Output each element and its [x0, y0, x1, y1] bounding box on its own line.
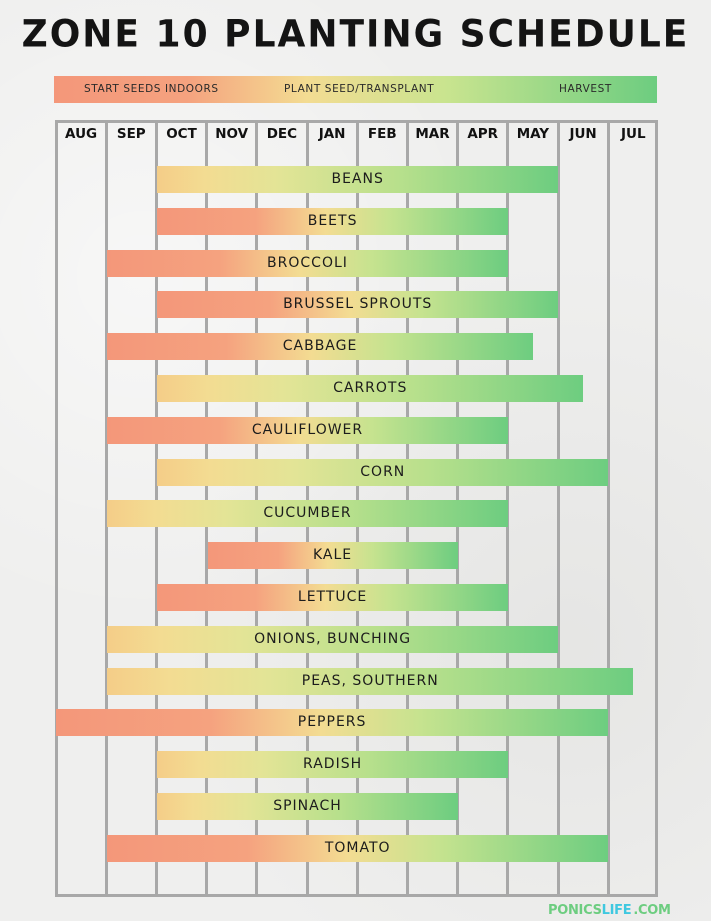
legend-plant-seed-transplant: PLANT SEED/TRANSPLANT	[284, 83, 435, 95]
month-header-oct: OCT	[166, 126, 197, 142]
month-header-jan: JAN	[318, 126, 346, 142]
bar-tomato: TOMATO	[107, 834, 609, 862]
bar-cucumber: CUCUMBER	[107, 500, 508, 528]
bar-cabbage: CABBAGE	[107, 333, 533, 361]
bar-beans: BEANS	[157, 166, 558, 193]
bar-radish: RADISH	[157, 751, 508, 779]
chart-title: ZONE 10 PLANTING SCHEDULE	[21, 12, 690, 57]
month-header-may: MAY	[516, 126, 550, 142]
month-header-mar: MAR	[415, 126, 450, 142]
bar-peppers: PEPPERS	[56, 709, 609, 737]
month-header-dec: DEC	[266, 126, 298, 142]
month-header-nov: NOV	[215, 126, 249, 142]
logo-life: LIFE	[601, 903, 632, 918]
bar-corn: CORN	[157, 458, 609, 486]
month-header-sep: SEP	[116, 126, 146, 142]
grid-line	[556, 120, 560, 897]
bar-spinach: SPINACH	[157, 793, 458, 820]
bar-peas-southern: PEAS, SOUTHERN	[107, 667, 634, 695]
bar-broccoli: BROCCOLI	[107, 249, 508, 277]
grid-line	[606, 120, 610, 897]
month-header-apr: APR	[467, 126, 499, 142]
bar-kale: KALE	[207, 542, 458, 570]
bar-onions-bunching: ONIONS, BUNCHING	[107, 625, 558, 653]
bar-cauliflower: CAULIFLOWER	[107, 416, 508, 444]
logo-ponics: PONICS	[548, 903, 602, 918]
month-header-feb: FEB	[367, 126, 397, 142]
logo-com: .COM	[633, 903, 671, 918]
bar-carrots: CARROTS	[157, 375, 584, 402]
site-logo: PONICSLIFE .COM	[548, 903, 671, 918]
legend-bar: START SEEDS INDOORS PLANT SEED/TRANSPLAN…	[54, 76, 657, 103]
legend-start-seeds-indoors: START SEEDS INDOORS	[84, 83, 219, 95]
legend-harvest: HARVEST	[559, 83, 612, 95]
bar-lettuce: LETTUCE	[157, 584, 508, 611]
month-header-jul: JUL	[620, 126, 646, 142]
month-header-aug: AUG	[65, 126, 98, 142]
bar-brussel-sprouts: BRUSSEL SPROUTS	[157, 291, 558, 319]
bar-beets: BEETS	[157, 207, 508, 235]
month-header-jun: JUN	[569, 126, 597, 142]
